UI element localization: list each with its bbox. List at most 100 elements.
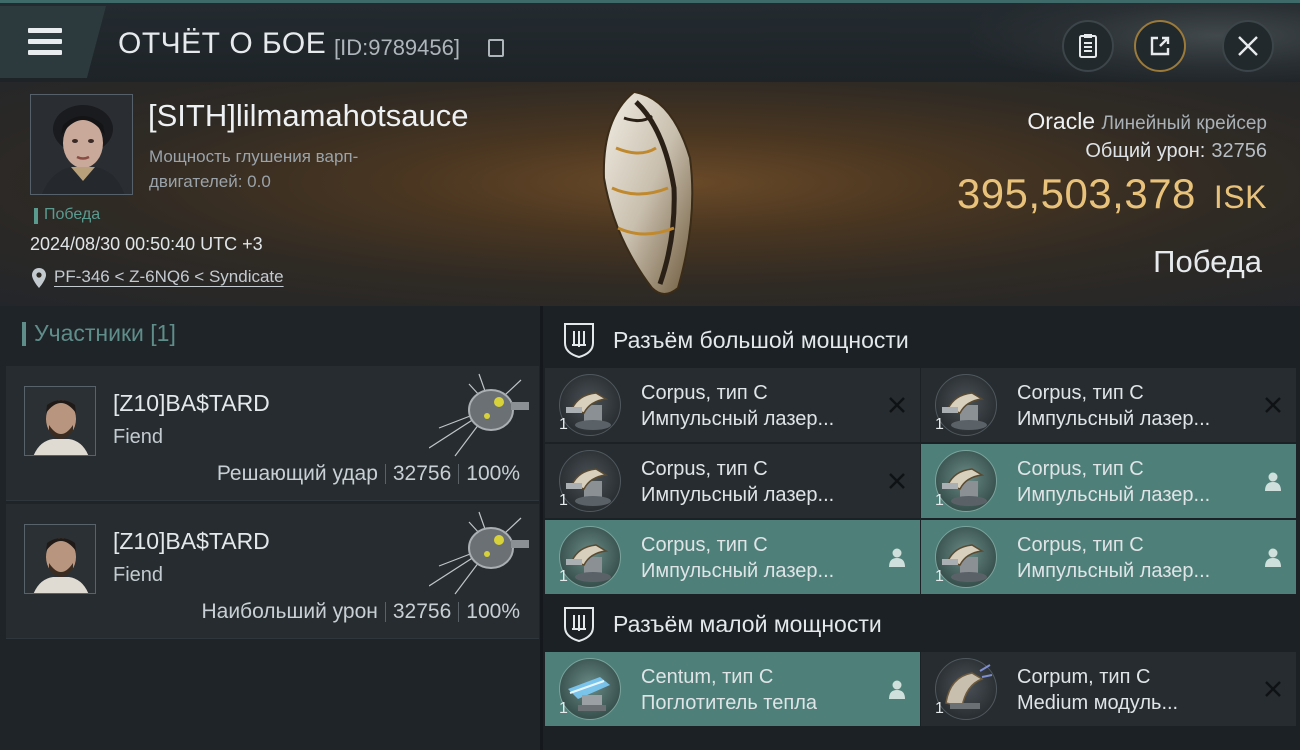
- close-icon: [1238, 36, 1258, 56]
- module-name: Corpus, тип C: [641, 458, 768, 480]
- module-type: Импульсный лазер...: [1017, 560, 1211, 582]
- menu-button[interactable]: [0, 6, 106, 78]
- menu-icon: [28, 28, 62, 61]
- ship-class: Линейный крейсер: [1101, 113, 1268, 134]
- module-tile[interactable]: 1 Corpus, тип C Импульсный лазер...: [545, 444, 920, 518]
- dropped-status-icon: [1265, 472, 1281, 491]
- high-slot-heading: Разъём большой мощности: [543, 312, 1300, 368]
- participant-name: [Z10]BA$TARD: [113, 528, 270, 554]
- module-icon: [559, 526, 621, 588]
- participants-heading: Участники [1]: [22, 320, 176, 347]
- portrait-image: [25, 387, 95, 455]
- participant-avatar: [24, 386, 96, 456]
- destroyed-status-icon: [889, 473, 905, 489]
- module-icon: [559, 450, 621, 512]
- low-slot-heading: Разъём малой мощности: [543, 596, 1300, 652]
- location-link[interactable]: PF-346 < Z-6NQ6 < Syndicate: [54, 267, 284, 286]
- module-type: Импульсный лазер...: [1017, 484, 1211, 506]
- module-name: Corpum, тип C: [1017, 666, 1151, 688]
- module-quantity: 1: [935, 492, 944, 509]
- module-type: Импульсный лазер...: [641, 408, 835, 430]
- top-bar: ОТЧЁТ О БОЕ [ID:9789456]: [0, 0, 1300, 85]
- module-name: Corpus, тип C: [641, 382, 768, 404]
- clipboard-button[interactable]: [1062, 20, 1114, 72]
- share-button[interactable]: [1134, 20, 1186, 72]
- destroyed-status-icon: [1265, 397, 1281, 413]
- participant-card[interactable]: [Z10]BA$TARD Fiend Решающий удар 32756 1…: [6, 366, 539, 501]
- module-tile[interactable]: 1 Corpus, тип C Импульсный лазер...: [921, 444, 1296, 518]
- clipboard-icon: [1079, 34, 1097, 58]
- module-tile[interactable]: 1 Corpus, тип C Импульсный лазер...: [545, 520, 920, 594]
- report-id: [ID:9789456]: [334, 35, 460, 60]
- isk-unit: ISK: [1213, 179, 1267, 215]
- warp-scramble-strength: Мощность глушения варп-двигателей: 0.0: [149, 147, 359, 191]
- high-slot-icon: [564, 323, 594, 359]
- close-button[interactable]: [1222, 20, 1274, 72]
- participant-avatar: [24, 524, 96, 594]
- ship-name: Oracle: [1027, 108, 1096, 134]
- module-type: Импульсный лазер...: [641, 560, 835, 582]
- low-slot-icon: [564, 607, 594, 643]
- participant-ship-image: [429, 511, 529, 595]
- kill-datetime: 2024/08/30 00:50:40 UTC +3: [30, 234, 263, 254]
- kill-location[interactable]: PF-346 < Z-6NQ6 < Syndicate: [30, 267, 284, 288]
- module-icon: [559, 374, 621, 436]
- module-quantity: 1: [559, 568, 568, 585]
- dropped-status-icon: [1265, 548, 1281, 567]
- module-name: Centum, тип C: [641, 666, 774, 688]
- result-tag: Победа: [34, 206, 100, 224]
- total-damage-label: Общий урон:: [1085, 140, 1206, 162]
- module-tile[interactable]: 1 Corpum, тип C Medium модуль...: [921, 652, 1296, 726]
- destroyed-status-icon: [1265, 681, 1281, 697]
- module-quantity: 1: [935, 416, 944, 433]
- module-quantity: 1: [935, 568, 944, 585]
- participant-ship-image: [429, 373, 529, 457]
- module-tile[interactable]: 1 Corpus, тип C Импульсный лазер...: [921, 520, 1296, 594]
- participant-damage: 32756: [392, 462, 452, 485]
- participant-name: [Z10]BA$TARD: [113, 390, 270, 416]
- low-slot-label: Разъём малой мощности: [613, 610, 882, 637]
- battle-result: Победа: [1153, 244, 1262, 279]
- participant-ship: Fiend: [113, 426, 164, 448]
- pulse-laser-icon: [566, 544, 611, 582]
- victim-name[interactable]: [SITH]lilmamahotsauce: [148, 98, 468, 134]
- victim-ship-image: [602, 90, 694, 295]
- share-icon: [1150, 36, 1170, 56]
- victim-avatar[interactable]: [30, 94, 133, 195]
- victim-ship[interactable]: Oracle Линейный крейсер: [1027, 108, 1267, 135]
- portrait-image: [25, 525, 95, 593]
- pulse-laser-icon: [566, 468, 611, 506]
- participant-stats: Наибольший урон 32756 100%: [194, 600, 527, 624]
- module-quantity: 1: [935, 700, 944, 717]
- dropped-status-icon: [889, 548, 905, 567]
- participant-card[interactable]: [Z10]BA$TARD Fiend Наибольший урон 32756…: [6, 504, 539, 639]
- module-icon: [559, 658, 621, 720]
- module-tile[interactable]: 1 Corpus, тип C Импульсный лазер...: [921, 368, 1296, 442]
- module-name: Corpus, тип C: [641, 534, 768, 556]
- pulse-laser-icon: [942, 544, 987, 582]
- module-tile[interactable]: 1 Centum, тип C Поглотитель тепла: [545, 652, 920, 726]
- pulse-laser-icon: [566, 392, 611, 430]
- module-icon: [935, 526, 997, 588]
- isk-value: 395,503,378 ISK: [957, 170, 1267, 218]
- module-type: Импульсный лазер...: [641, 484, 835, 506]
- isk-amount: 395,503,378: [956, 170, 1196, 217]
- participant-percent: 100%: [466, 600, 520, 623]
- participant-damage: 32756: [392, 600, 452, 623]
- module-tile[interactable]: 1 Corpus, тип C Импульсный лазер...: [545, 368, 920, 442]
- module-name: Corpus, тип C: [1017, 382, 1144, 404]
- pulse-laser-icon: [942, 392, 987, 430]
- heat-sink-module-icon: [568, 677, 610, 711]
- dropped-status-icon: [889, 680, 905, 699]
- copy-icon[interactable]: [488, 39, 504, 57]
- participants-panel: Участники [1] [Z10]BA$TARD Fiend Решающи…: [0, 306, 540, 750]
- portrait-image: [31, 95, 132, 194]
- destroyed-status-icon: [889, 397, 905, 413]
- participant-role: Решающий удар: [216, 462, 378, 485]
- participant-ship: Fiend: [113, 564, 164, 586]
- module-type: Поглотитель тепла: [641, 692, 817, 714]
- fitting-panel: Разъём большой мощности 1 Corpus, тип C Им…: [543, 306, 1300, 750]
- module-icon: [935, 374, 997, 436]
- module-quantity: 1: [559, 416, 568, 433]
- module-type: Medium модуль...: [1017, 692, 1179, 714]
